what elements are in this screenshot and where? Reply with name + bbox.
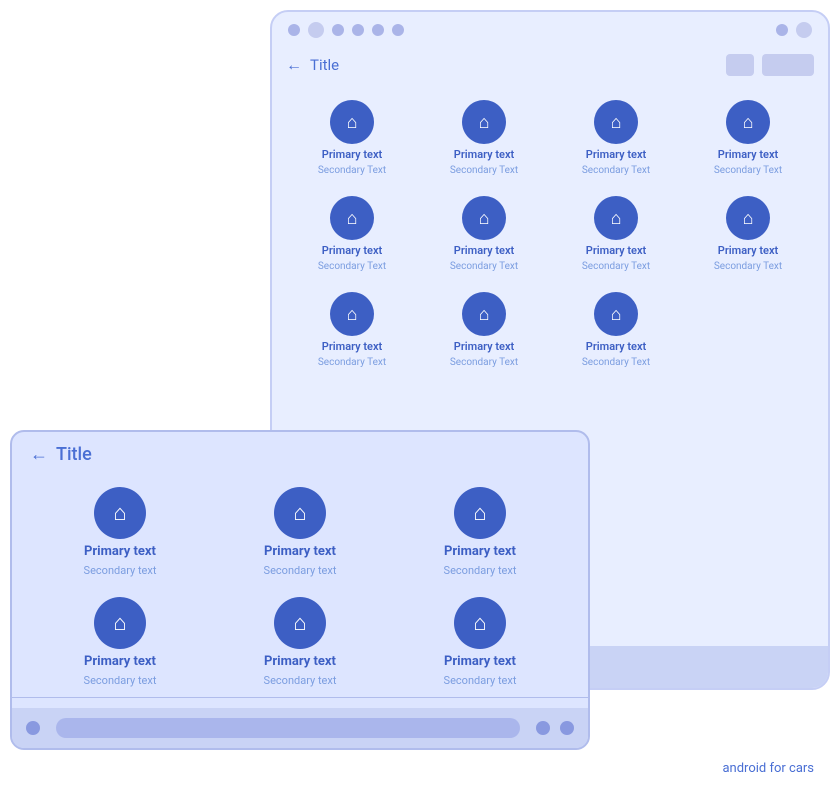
tablet-icon-circle: ⌂ [274, 597, 326, 649]
tablet-primary-text: Primary text [264, 544, 336, 559]
tablet-grid-item[interactable]: ⌂ Primary text Secondary text [390, 477, 570, 587]
tablet-primary-text: Primary text [84, 654, 156, 669]
grid-primary-text: Primary text [586, 148, 646, 161]
status-dot-r1 [776, 24, 788, 36]
tablet-secondary-text: Secondary text [264, 674, 337, 687]
tablet-grid-item[interactable]: ⌂ Primary text Secondary text [30, 477, 210, 587]
grid-secondary-text: Secondary Text [318, 261, 386, 272]
tablet-grid-row2: ⌂ Primary text Secondary text ⌂ Primary … [12, 587, 588, 697]
tablet-frame: ← Title ⌂ Primary text Secondary text ⌂ … [10, 430, 590, 750]
grid-item[interactable]: ⌂ Primary text Secondary Text [418, 186, 550, 282]
status-dot-3 [352, 24, 364, 36]
grid-primary-text: Primary text [454, 244, 514, 257]
phone-top-bar: ← Title [272, 48, 828, 82]
grid-item[interactable]: ⌂ Primary text Secondary Text [286, 186, 418, 282]
phone-back-icon[interactable]: ← [286, 55, 302, 75]
grid-item[interactable]: ⌂ Primary text Secondary Text [682, 90, 814, 186]
grid-icon-circle: ⌂ [462, 292, 506, 336]
grid-icon-circle: ⌂ [594, 196, 638, 240]
status-dot-2 [332, 24, 344, 36]
grid-primary-text: Primary text [586, 244, 646, 257]
tablet-grid-item[interactable]: ⌂ Primary text Secondary text [210, 477, 390, 587]
tablet-title: Title [56, 444, 92, 465]
grid-primary-text: Primary text [322, 340, 382, 353]
grid-secondary-text: Secondary Text [714, 165, 782, 176]
grid-icon-circle: ⌂ [330, 292, 374, 336]
tablet-secondary-text: Secondary text [444, 564, 517, 577]
grid-primary-text: Primary text [322, 148, 382, 161]
status-dot-5 [392, 24, 404, 36]
grid-item[interactable]: ⌂ Primary text Secondary Text [550, 186, 682, 282]
tablet-secondary-text: Secondary text [84, 674, 157, 687]
tab-dot-2 [536, 721, 550, 735]
grid-primary-text: Primary text [586, 340, 646, 353]
tablet-icon-circle: ⌂ [454, 597, 506, 649]
grid-item[interactable]: ⌂ Primary text Secondary Text [418, 90, 550, 186]
phone-status-bar [272, 12, 828, 48]
grid-secondary-text: Secondary Text [582, 357, 650, 368]
grid-icon-circle: ⌂ [462, 196, 506, 240]
grid-secondary-text: Secondary Text [450, 357, 518, 368]
grid-secondary-text: Secondary Text [318, 165, 386, 176]
phone-action-btn-medium[interactable] [762, 54, 814, 76]
grid-item[interactable]: ⌂ Primary text Secondary Text [550, 282, 682, 378]
tablet-icon-circle: ⌂ [94, 597, 146, 649]
tablet-divider [12, 697, 588, 698]
grid-icon-circle: ⌂ [594, 100, 638, 144]
tablet-icon-circle: ⌂ [454, 487, 506, 539]
grid-icon-circle: ⌂ [330, 100, 374, 144]
tablet-grid-row1: ⌂ Primary text Secondary text ⌂ Primary … [12, 477, 588, 587]
android-brand-label: android for cars [722, 761, 814, 776]
tablet-bottom-bar [12, 708, 588, 748]
tab-dot-3 [560, 721, 574, 735]
grid-item[interactable]: ⌂ Primary text Secondary Text [682, 186, 814, 282]
grid-primary-text: Primary text [454, 148, 514, 161]
grid-primary-text: Primary text [718, 148, 778, 161]
status-dot-1 [288, 24, 300, 36]
grid-item[interactable]: ⌂ Primary text Secondary Text [550, 90, 682, 186]
grid-icon-circle: ⌂ [462, 100, 506, 144]
grid-icon-circle: ⌂ [726, 100, 770, 144]
tablet-grid-item[interactable]: ⌂ Primary text Secondary text [210, 587, 390, 697]
tablet-primary-text: Primary text [444, 544, 516, 559]
grid-icon-circle: ⌂ [594, 292, 638, 336]
grid-secondary-text: Secondary Text [450, 261, 518, 272]
status-dot-4 [372, 24, 384, 36]
grid-item[interactable]: ⌂ Primary text Secondary Text [286, 90, 418, 186]
grid-primary-text: Primary text [454, 340, 514, 353]
grid-secondary-text: Secondary Text [714, 261, 782, 272]
tablet-top-bar: ← Title [12, 432, 588, 477]
grid-primary-text: Primary text [718, 244, 778, 257]
status-dot-home [308, 22, 324, 38]
tablet-primary-text: Primary text [264, 654, 336, 669]
grid-item[interactable]: ⌂ Primary text Secondary Text [286, 282, 418, 378]
tab-dot-1 [26, 721, 40, 735]
grid-secondary-text: Secondary Text [318, 357, 386, 368]
tablet-icon-circle: ⌂ [94, 487, 146, 539]
tablet-primary-text: Primary text [444, 654, 516, 669]
grid-item[interactable]: ⌂ Primary text Secondary Text [418, 282, 550, 378]
tablet-icon-circle: ⌂ [274, 487, 326, 539]
tablet-grid-item[interactable]: ⌂ Primary text Secondary text [30, 587, 210, 697]
phone-title: Title [310, 56, 718, 74]
grid-icon-circle: ⌂ [330, 196, 374, 240]
status-dot-r2 [796, 22, 812, 38]
phone-grid: ⌂ Primary text Secondary Text ⌂ Primary … [272, 82, 828, 386]
grid-icon-circle: ⌂ [726, 196, 770, 240]
grid-primary-text: Primary text [322, 244, 382, 257]
tablet-secondary-text: Secondary text [84, 564, 157, 577]
grid-secondary-text: Secondary Text [582, 261, 650, 272]
tablet-primary-text: Primary text [84, 544, 156, 559]
grid-secondary-text: Secondary Text [450, 165, 518, 176]
tablet-secondary-text: Secondary text [264, 564, 337, 577]
tablet-secondary-text: Secondary text [444, 674, 517, 687]
grid-secondary-text: Secondary Text [582, 165, 650, 176]
tab-bar-pill[interactable] [56, 718, 520, 738]
tablet-grid-item[interactable]: ⌂ Primary text Secondary text [390, 587, 570, 697]
tablet-back-icon[interactable]: ← [30, 444, 48, 465]
phone-action-btn-small[interactable] [726, 54, 754, 76]
